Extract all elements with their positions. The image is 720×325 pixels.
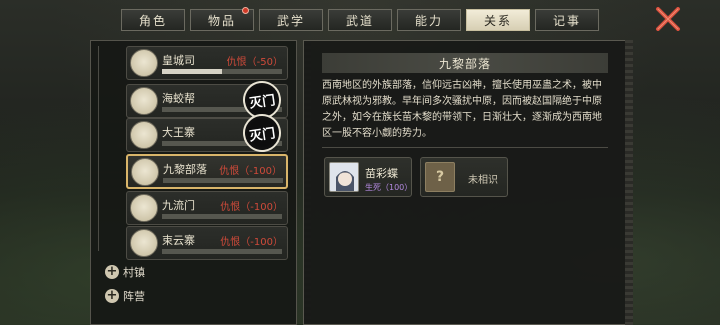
divider [322, 147, 608, 148]
faction-item-selected[interactable]: 九黎部落 仇恨（-100） [126, 154, 288, 189]
faction-name: 大王寨 [162, 126, 195, 139]
character-portrait [329, 162, 359, 192]
faction-status: 仇恨（-100） [220, 202, 283, 213]
faction-emblem-icon [130, 49, 158, 77]
tab-abilities[interactable]: 能力 [397, 9, 461, 31]
relation-bar [162, 249, 282, 254]
tab-label: 物品 [207, 13, 236, 28]
list-tree-rail [98, 46, 112, 251]
relation-bar [162, 69, 282, 74]
faction-description: 西南地区的外族部落，信仰远古凶神，擅长使用巫蛊之术，被中原武林视为邪教。早年间多… [322, 80, 602, 139]
category-towns[interactable]: + 村镇 [105, 264, 145, 280]
faction-status: 仇恨（-100） [220, 237, 283, 248]
category-camps[interactable]: + 阵营 [105, 288, 145, 304]
faction-detail-title: 九黎部落 [322, 53, 608, 73]
tab-martial-way[interactable]: 武道 [328, 9, 392, 31]
faction-status: 仇恨（-50） [226, 57, 283, 68]
notification-dot-icon [242, 7, 249, 14]
tab-label: 武学 [276, 13, 305, 28]
unknown-member-card[interactable]: ? 未相识 [420, 157, 508, 197]
expand-plus-icon: + [105, 288, 119, 303]
close-button[interactable] [654, 6, 682, 32]
faction-name: 海蛟帮 [162, 92, 195, 105]
tab-label: 记事 [552, 13, 581, 28]
question-mark: ? [435, 169, 445, 185]
faction-item[interactable]: 皇城司 仇恨（-50） [126, 46, 288, 80]
tab-relations[interactable]: 关系 [466, 9, 530, 31]
member-status: 生死（100） [365, 183, 413, 192]
faction-emblem-icon [130, 194, 158, 222]
tab-label: 武道 [345, 13, 374, 28]
member-name: 苗彩蝶 [365, 167, 398, 180]
faction-name: 束云寨 [162, 234, 195, 247]
category-label: 阵营 [123, 290, 145, 303]
relation-bar-fill [162, 69, 222, 74]
faction-emblem-icon [131, 158, 159, 186]
unknown-portrait-icon: ? [425, 162, 455, 192]
member-card[interactable]: 苗彩蝶 生死（100） [324, 157, 412, 197]
relation-bar [162, 214, 282, 219]
faction-status: 仇恨（-100） [219, 166, 282, 177]
tab-bar: 角色 物品 武学 武道 能力 关系 记事 [121, 7, 599, 31]
faction-name: 九黎部落 [163, 163, 207, 176]
faction-name: 皇城司 [162, 54, 195, 67]
tab-items[interactable]: 物品 [190, 7, 254, 31]
faction-item[interactable]: 九流门 仇恨（-100） [126, 191, 288, 225]
portrait-avatar-icon [330, 163, 358, 191]
tab-label: 角色 [138, 13, 167, 28]
tab-label: 能力 [414, 13, 443, 28]
faction-emblem-icon [130, 229, 158, 257]
tab-journal[interactable]: 记事 [535, 9, 599, 31]
expand-plus-icon: + [105, 264, 119, 279]
tab-character[interactable]: 角色 [121, 9, 185, 31]
close-icon [656, 7, 680, 31]
member-name: 未相识 [468, 175, 498, 186]
category-label: 村镇 [123, 266, 145, 279]
faction-emblem-icon [130, 87, 158, 115]
faction-emblem-icon [130, 121, 158, 149]
relation-bar [163, 178, 283, 183]
tab-martial-arts[interactable]: 武学 [259, 9, 323, 31]
seal-text: 灭门 [248, 125, 277, 145]
faction-item[interactable]: 束云寨 仇恨（-100） [126, 226, 288, 260]
tab-label: 关系 [483, 13, 512, 28]
seal-text: 灭门 [248, 92, 277, 112]
panel-border-right [625, 40, 633, 325]
faction-name: 九流门 [162, 199, 195, 212]
